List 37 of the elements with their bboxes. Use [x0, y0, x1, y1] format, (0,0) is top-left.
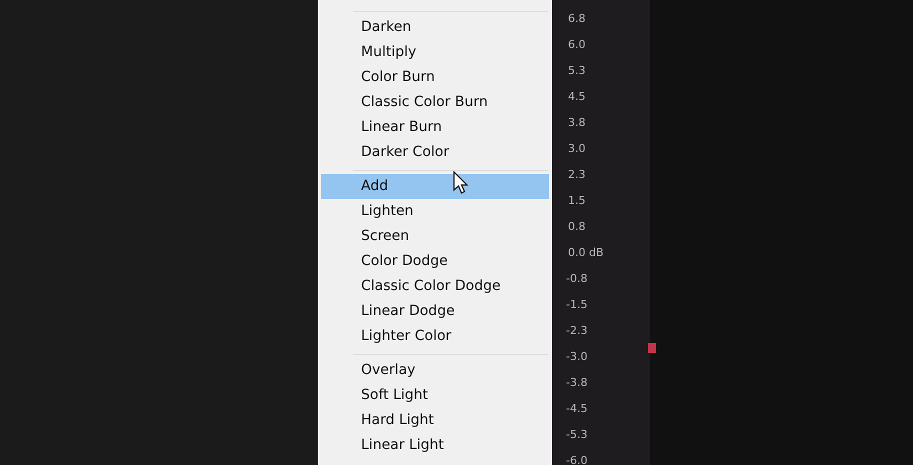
scale-label: -2.3	[566, 324, 588, 337]
scale-label: -6.0	[566, 454, 588, 465]
scale-label: -0.8	[566, 272, 588, 285]
scale-label: 6.8	[568, 12, 586, 25]
scale-label: -3.8	[566, 376, 588, 389]
scale-label: 2.3	[568, 168, 586, 181]
menu-item[interactable]: Lighten	[321, 199, 549, 224]
scale-label: 3.0	[568, 142, 586, 155]
scale-label: -5.3	[566, 428, 588, 441]
scale-label: -1.5	[566, 298, 588, 311]
menu-item[interactable]: Linear Burn	[321, 115, 549, 140]
scale-label: 5.3	[568, 64, 586, 77]
menu-item[interactable]: Overlay	[321, 358, 549, 383]
scale-label: -4.5	[566, 402, 588, 415]
menu-item[interactable]: Screen	[321, 224, 549, 249]
scale-label: 0.0 dB	[568, 246, 604, 259]
menu-item[interactable]: Classic Color Dodge	[321, 274, 549, 299]
mouse-pointer-icon	[453, 171, 469, 195]
scale-label: 3.8	[568, 116, 586, 129]
level-marker	[648, 343, 656, 353]
menu-item[interactable]: Add	[321, 174, 549, 199]
scale-label: 0.8	[568, 220, 586, 233]
menu-item[interactable]: Darker Color	[321, 140, 549, 165]
scale-label: 1.5	[568, 194, 586, 207]
menu-item[interactable]: Darken	[321, 15, 549, 40]
menu-item[interactable]: Color Dodge	[321, 249, 549, 274]
menu-item[interactable]: Color Burn	[321, 65, 549, 90]
menu-item[interactable]: Classic Color Burn	[321, 90, 549, 115]
menu-item[interactable]: Linear Light	[321, 433, 549, 458]
scale-label: 6.0	[568, 38, 586, 51]
menu-item[interactable]: Hard Light	[321, 408, 549, 433]
scale-label: -3.0	[566, 350, 588, 363]
menu-item[interactable]: Multiply	[321, 40, 549, 65]
menu-item[interactable]: Lighter Color	[321, 324, 549, 349]
scale-label: 4.5	[568, 90, 586, 103]
menu-item[interactable]: Linear Dodge	[321, 299, 549, 324]
menu-item[interactable]: Soft Light	[321, 383, 549, 408]
